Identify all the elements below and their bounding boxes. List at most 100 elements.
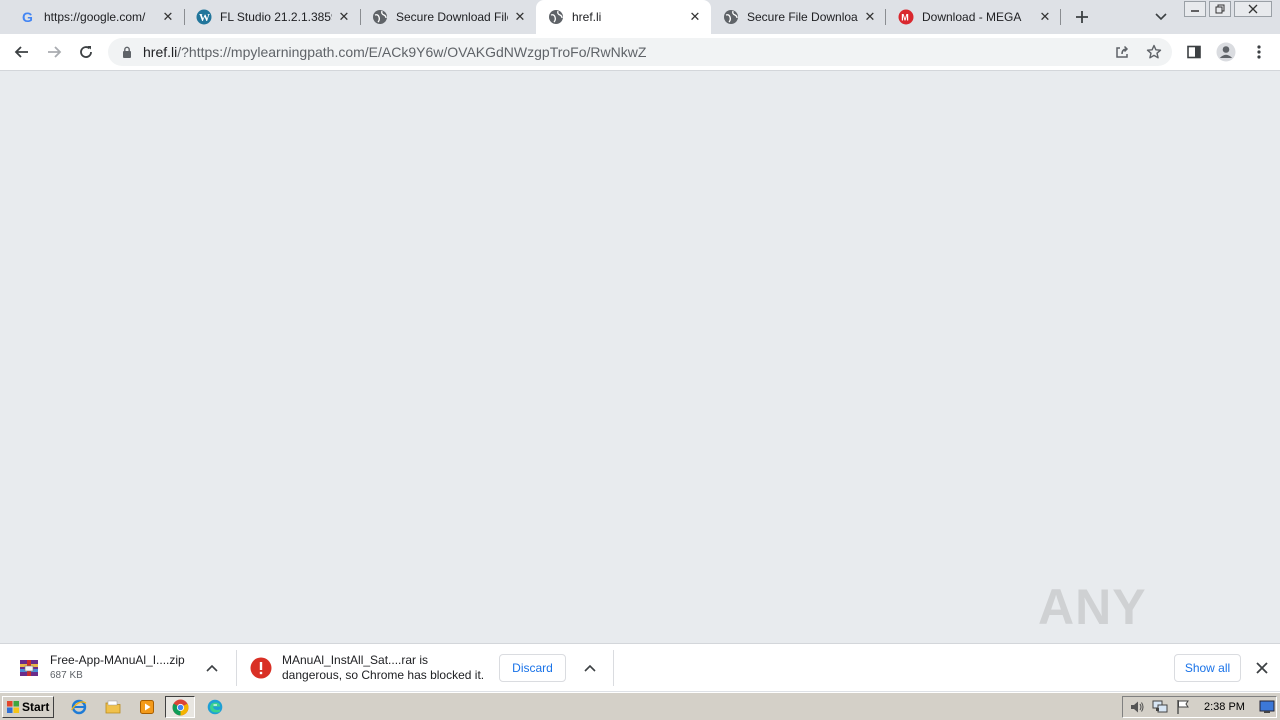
- close-icon[interactable]: ✕: [512, 9, 528, 25]
- download-item-zip[interactable]: Free-App-MAnuAl_I....zip 687 KB: [16, 644, 185, 692]
- windows-logo-icon: [7, 701, 19, 713]
- profile-avatar-icon: [1216, 42, 1236, 62]
- tab-strip: G https://google.com/ ✕ W FL Studio 21.2…: [0, 0, 1280, 34]
- wordpress-icon: W: [196, 9, 212, 25]
- network-icon[interactable]: [1151, 699, 1169, 715]
- close-shelf-button[interactable]: [1250, 656, 1274, 680]
- discard-button[interactable]: Discard: [499, 654, 566, 682]
- tab-title: FL Studio 21.2.1.3859 C: [220, 10, 332, 24]
- arrow-right-icon: [48, 46, 62, 58]
- show-desktop-icon[interactable]: [1258, 699, 1276, 715]
- clock[interactable]: 2:38 PM: [1204, 701, 1245, 713]
- folder-icon: [105, 700, 121, 714]
- close-icon[interactable]: ✕: [687, 9, 703, 25]
- taskbar-internet-explorer[interactable]: [68, 697, 90, 717]
- taskbar-media-player[interactable]: [136, 697, 158, 717]
- tab-href-li[interactable]: href.li ✕: [536, 0, 711, 34]
- tab-fl-studio[interactable]: W FL Studio 21.2.1.3859 C ✕: [176, 0, 360, 34]
- taskbar-chrome[interactable]: [165, 696, 195, 718]
- system-tray: 2:38 PM: [1122, 696, 1277, 718]
- restore-button[interactable]: [1209, 1, 1231, 17]
- taskbar-edge[interactable]: [204, 697, 226, 717]
- chevron-up-icon: [584, 664, 596, 672]
- share-icon: [1116, 45, 1129, 58]
- arrow-left-icon: [14, 46, 28, 58]
- minimize-button[interactable]: [1184, 1, 1206, 17]
- tab-mega[interactable]: M Download - MEGA ✕: [886, 0, 1061, 34]
- url-path: /?https://mpylearningpath.com/E/ACk9Y6w/…: [177, 44, 647, 60]
- url-text[interactable]: href.li/?https://mpylearningpath.com/E/A…: [143, 44, 646, 60]
- download-shelf: Free-App-MAnuAl_I....zip 687 KB MAnuAl_I…: [0, 643, 1280, 691]
- share-button[interactable]: [1108, 38, 1136, 66]
- taskbar: Start 2:38 PM: [0, 692, 1280, 720]
- chrome-icon: [172, 699, 188, 715]
- danger-icon: [248, 655, 274, 681]
- download-filename: Free-App-MAnuAl_I....zip: [50, 653, 185, 667]
- chevron-up-icon: [206, 664, 218, 672]
- tab-title: Secure File Download: [747, 10, 858, 24]
- close-icon: [1256, 662, 1268, 674]
- tab-title: Download - MEGA: [922, 10, 1022, 24]
- action-center-flag-icon[interactable]: [1174, 699, 1192, 715]
- globe-icon: [372, 9, 388, 25]
- forward-button[interactable]: [40, 38, 68, 66]
- close-icon[interactable]: ✕: [160, 9, 176, 25]
- tab-secure-file-download[interactable]: Secure File Download ✕: [711, 0, 886, 34]
- new-tab-button[interactable]: [1070, 5, 1094, 29]
- lock-icon[interactable]: [120, 46, 134, 58]
- tab-title: https://google.com/: [44, 10, 146, 24]
- download-options-button[interactable]: [578, 656, 602, 680]
- taskbar-file-explorer[interactable]: [102, 697, 124, 717]
- globe-icon: [723, 9, 739, 25]
- globe-icon: [548, 9, 564, 25]
- address-bar[interactable]: href.li/?https://mpylearningpath.com/E/A…: [108, 38, 1172, 66]
- close-icon[interactable]: ✕: [1037, 9, 1053, 25]
- reload-icon: [80, 46, 92, 58]
- side-panel-button[interactable]: [1180, 38, 1208, 66]
- menu-button[interactable]: [1245, 38, 1273, 66]
- svg-text:M: M: [901, 13, 909, 23]
- minimize-icon: [1191, 10, 1199, 12]
- edge-icon: [207, 699, 223, 715]
- download-size: 687 KB: [50, 670, 83, 681]
- close-icon: [1248, 4, 1258, 14]
- svg-text:W: W: [199, 12, 210, 24]
- close-window-button[interactable]: [1234, 1, 1272, 17]
- chevron-down-icon: [1155, 13, 1167, 21]
- shelf-divider: [236, 650, 237, 686]
- reload-button[interactable]: [72, 38, 100, 66]
- volume-icon[interactable]: [1128, 699, 1146, 715]
- download-options-button[interactable]: [200, 656, 224, 680]
- winrar-archive-icon: [16, 655, 42, 681]
- tab-title: Secure Download File: [396, 10, 508, 24]
- plus-icon: [1076, 11, 1088, 23]
- page-content: [0, 71, 1280, 643]
- download-warning-line2: dangerous, so Chrome has blocked it.: [282, 668, 485, 682]
- start-button[interactable]: Start: [2, 696, 54, 718]
- shelf-divider: [613, 650, 614, 686]
- tab-divider: [1060, 9, 1061, 25]
- profile-button[interactable]: [1212, 38, 1240, 66]
- show-all-button[interactable]: Show all: [1174, 654, 1241, 682]
- close-icon[interactable]: ✕: [862, 9, 878, 25]
- start-label: Start: [22, 700, 50, 714]
- tab-title: href.li: [572, 10, 602, 24]
- internet-explorer-icon: [71, 699, 87, 715]
- tab-secure-download-file[interactable]: Secure Download File ✕: [352, 0, 536, 34]
- media-player-icon: [140, 700, 154, 714]
- url-host: href.li: [143, 44, 178, 60]
- restore-icon: [1215, 4, 1225, 14]
- back-button[interactable]: [8, 38, 36, 66]
- bookmark-button[interactable]: [1140, 38, 1168, 66]
- more-vertical-icon: [1257, 45, 1261, 59]
- download-warning-line1: MAnuAl_InstAll_Sat....rar is: [282, 653, 429, 667]
- tab-google[interactable]: G https://google.com/ ✕: [0, 0, 184, 34]
- side-panel-icon: [1187, 45, 1201, 59]
- toolbar: href.li/?https://mpylearningpath.com/E/A…: [0, 34, 1280, 71]
- star-icon: [1146, 44, 1162, 59]
- close-icon[interactable]: ✕: [336, 9, 352, 25]
- download-item-blocked[interactable]: MAnuAl_InstAll_Sat....rar is dangerous, …: [248, 644, 484, 692]
- tab-search-button[interactable]: [1150, 5, 1172, 29]
- google-icon: G: [20, 9, 36, 25]
- mega-icon: M: [898, 9, 914, 25]
